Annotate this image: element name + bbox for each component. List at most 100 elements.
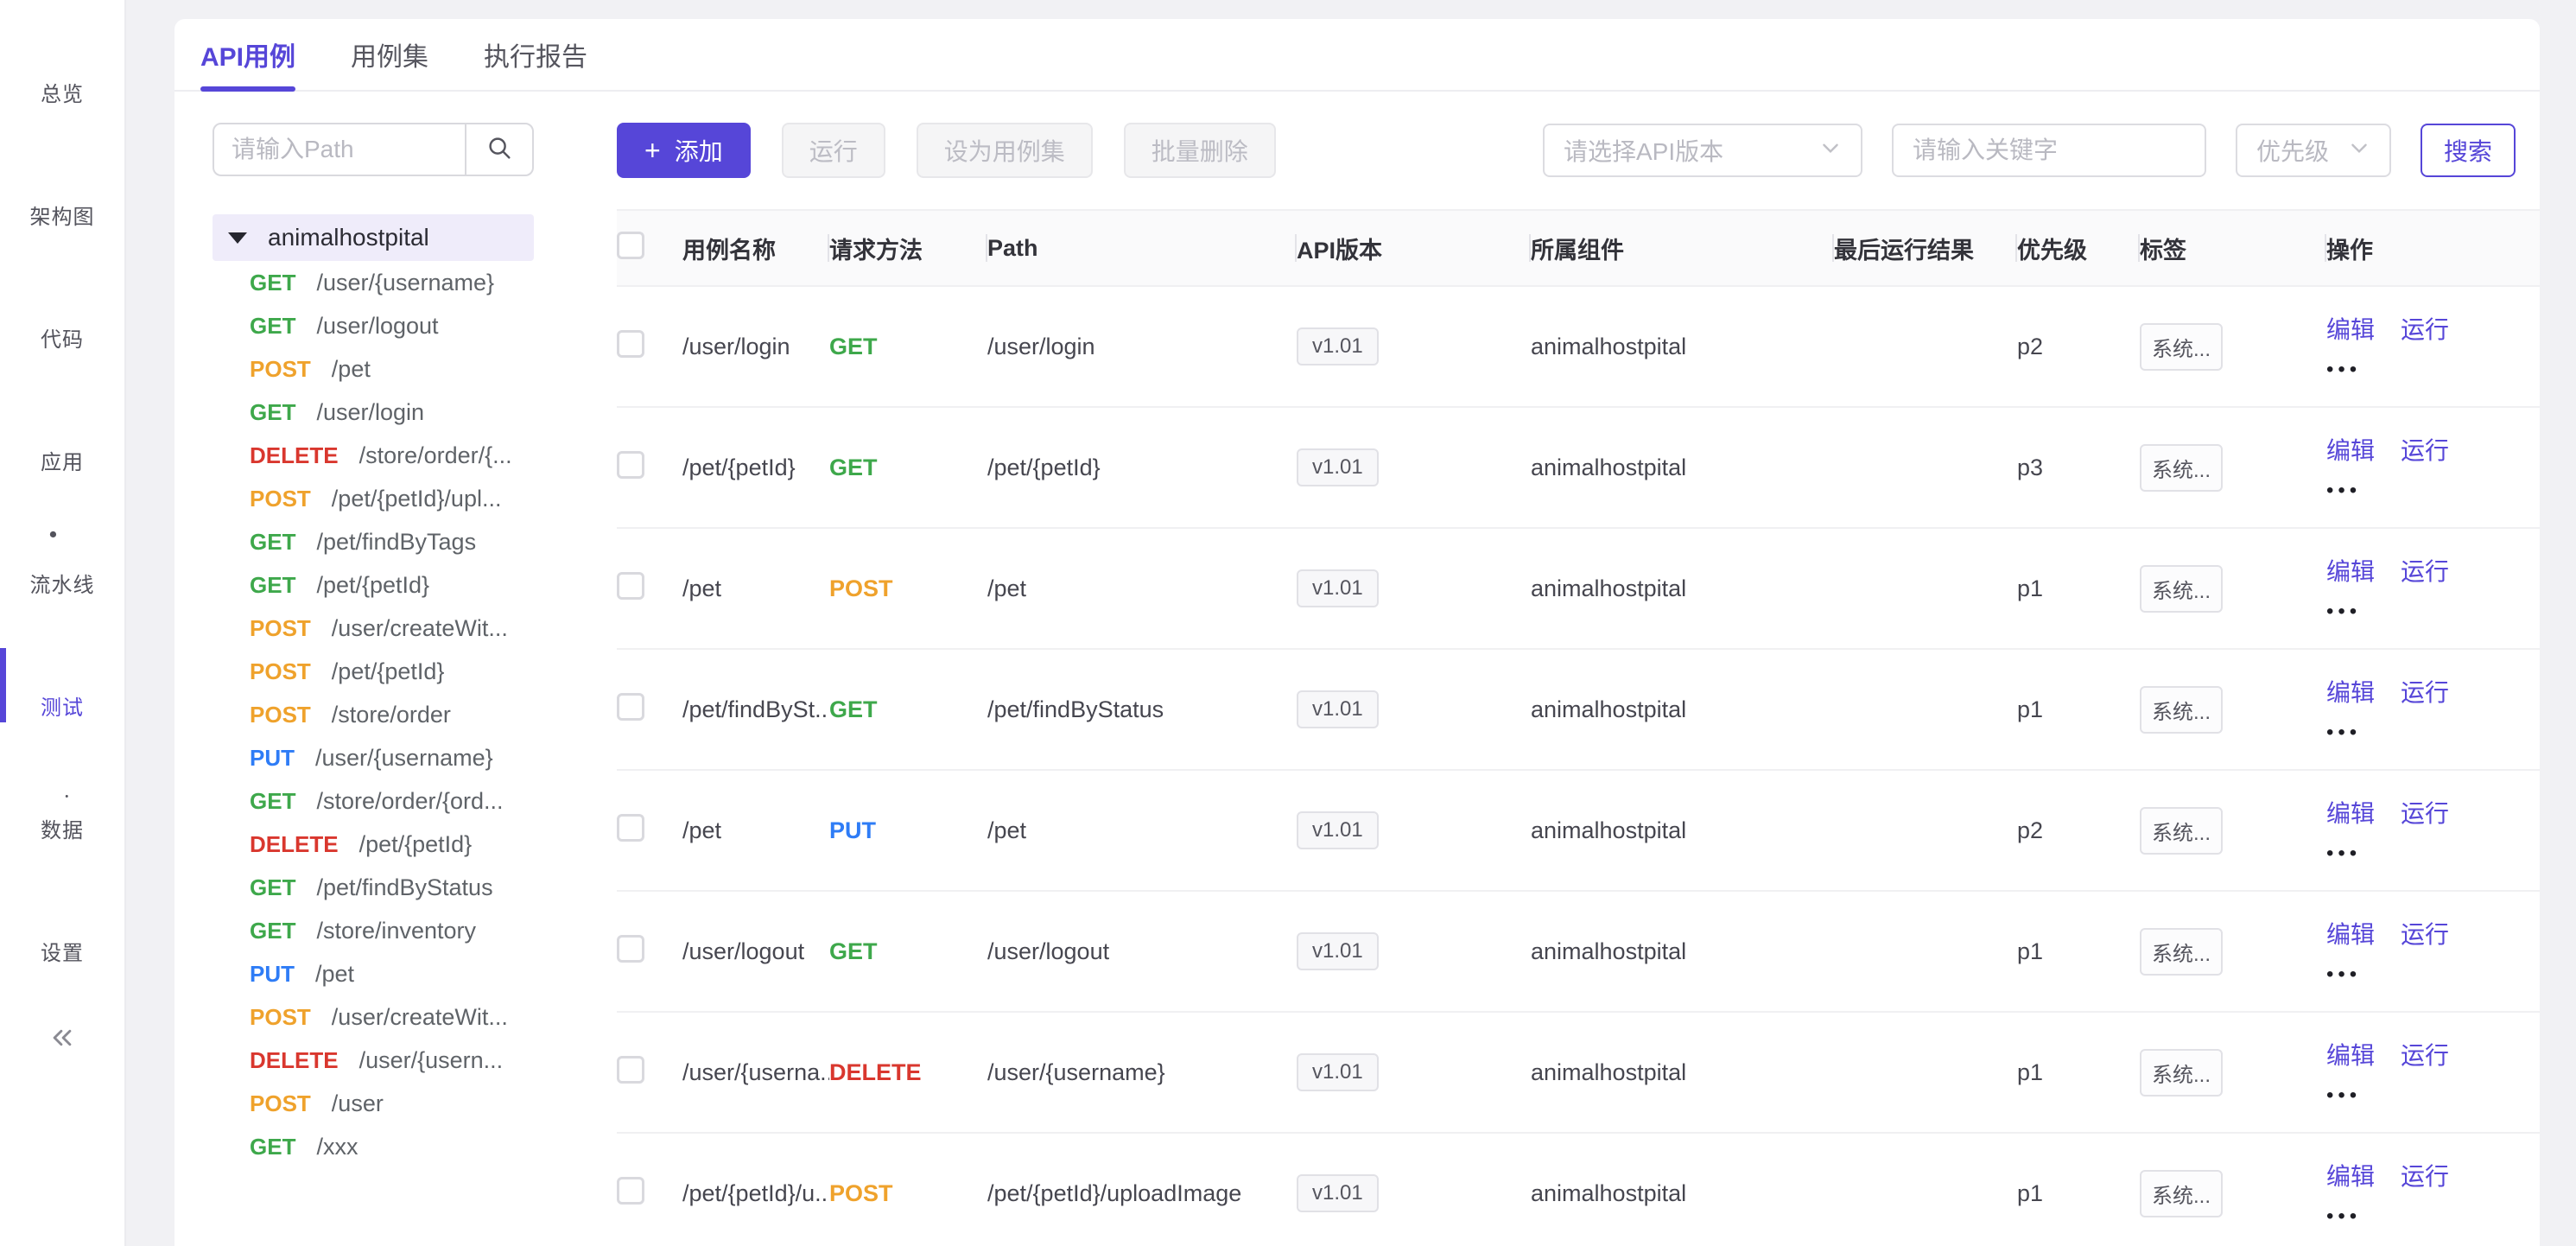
row-checkbox[interactable]: [617, 572, 644, 600]
more-actions-button[interactable]: •••: [2326, 842, 2540, 866]
tree-endpoint-item[interactable]: PUT /pet: [213, 952, 534, 995]
edit-link[interactable]: 编辑: [2326, 795, 2375, 830]
sidebar-item-test[interactable]: 测试: [0, 624, 124, 747]
run-link[interactable]: 运行: [2401, 432, 2449, 467]
row-checkbox[interactable]: [617, 1177, 644, 1205]
tree-endpoint-item[interactable]: POST /pet: [213, 347, 534, 391]
tree-endpoint-item[interactable]: PUT /user/{username}: [213, 736, 534, 779]
row-checkbox[interactable]: [617, 814, 644, 842]
tree-endpoint-item[interactable]: GET /xxx: [213, 1125, 534, 1168]
tag-chip: 系统...: [2140, 444, 2223, 492]
more-actions-button[interactable]: •••: [2326, 600, 2540, 624]
more-actions-button[interactable]: •••: [2326, 479, 2540, 503]
tab-reports[interactable]: 执行报告: [484, 19, 587, 90]
column-header: API版本: [1297, 210, 1531, 286]
plus-icon: +: [644, 137, 661, 164]
more-actions-button[interactable]: •••: [2326, 1205, 2540, 1229]
api-version-badge: v1.01: [1297, 1174, 1379, 1212]
tree-endpoint-item[interactable]: POST /pet/{petId}: [213, 650, 534, 693]
more-actions-button[interactable]: •••: [2326, 358, 2540, 382]
endpoint-method: GET: [250, 874, 295, 901]
tab-api-cases[interactable]: API用例: [200, 19, 295, 90]
tree-endpoint-item[interactable]: DELETE /pet/{petId}: [213, 823, 534, 866]
row-checkbox[interactable]: [617, 693, 644, 721]
run-link[interactable]: 运行: [2401, 674, 2449, 709]
set-as-suite-button[interactable]: 设为用例集: [917, 123, 1093, 178]
tree-endpoint-item[interactable]: GET /store/order/{ord...: [213, 779, 534, 823]
tree-endpoint-item[interactable]: POST /user/createWit...: [213, 607, 534, 650]
tree-endpoint-item[interactable]: DELETE /store/order/{...: [213, 434, 534, 477]
tree-endpoint-item[interactable]: GET /user/logout: [213, 304, 534, 347]
collapse-sidebar-button[interactable]: [0, 992, 124, 1087]
tree-endpoint-item[interactable]: GET /store/inventory: [213, 909, 534, 952]
row-checkbox[interactable]: [617, 451, 644, 479]
code-terminal-icon: [46, 282, 79, 315]
run-link[interactable]: 运行: [2401, 1037, 2449, 1071]
last-run-result: [1834, 770, 2017, 891]
column-header: 请求方法: [829, 210, 987, 286]
path-search-input[interactable]: [213, 123, 465, 176]
run-link[interactable]: 运行: [2401, 795, 2449, 830]
tree-endpoint-item[interactable]: POST /user: [213, 1082, 534, 1125]
tree-endpoint-item[interactable]: GET /pet/findByStatus: [213, 866, 534, 909]
sidebar-item-settings[interactable]: 设置: [0, 869, 124, 992]
edit-link[interactable]: 编辑: [2326, 311, 2375, 346]
select-all-checkbox[interactable]: [617, 232, 644, 259]
run-link[interactable]: 运行: [2401, 916, 2449, 950]
edit-link[interactable]: 编辑: [2326, 1158, 2375, 1192]
endpoint-method: PUT: [250, 745, 295, 772]
run-link[interactable]: 运行: [2401, 311, 2449, 346]
endpoint-method: POST: [250, 1004, 311, 1031]
tree-endpoint-item[interactable]: POST /pet/{petId}/upl...: [213, 477, 534, 520]
tree-endpoint-item[interactable]: GET /pet/{petId}: [213, 563, 534, 607]
case-name: /user/login: [682, 286, 829, 407]
tree-endpoint-item[interactable]: POST /user/createWit...: [213, 995, 534, 1039]
edit-link[interactable]: 编辑: [2326, 674, 2375, 709]
keyword-input[interactable]: [1913, 137, 2186, 164]
endpoint-path: /store/order/{...: [359, 442, 512, 469]
request-method: GET: [829, 455, 878, 480]
tree-endpoint-item[interactable]: GET /user/login: [213, 391, 534, 434]
add-button[interactable]: + 添加: [617, 123, 751, 178]
batch-delete-button[interactable]: 批量删除: [1124, 123, 1276, 178]
endpoint-path: /pet: [315, 961, 354, 988]
run-link[interactable]: 运行: [2401, 1158, 2449, 1192]
row-checkbox[interactable]: [617, 330, 644, 358]
case-name: /pet/findBySt...: [682, 649, 829, 770]
tree-endpoint-item[interactable]: GET /user/{username}: [213, 261, 534, 304]
sidebar-item-data[interactable]: 数据: [0, 747, 124, 869]
row-checkbox[interactable]: [617, 1056, 644, 1084]
row-checkbox[interactable]: [617, 935, 644, 963]
edit-link[interactable]: 编辑: [2326, 553, 2375, 588]
run-link[interactable]: 运行: [2401, 553, 2449, 588]
tag-chip: 系统...: [2140, 1049, 2223, 1097]
api-version-select[interactable]: 请选择API版本: [1543, 124, 1862, 177]
case-path: /pet/{petId}: [987, 407, 1297, 528]
edit-link[interactable]: 编辑: [2326, 1037, 2375, 1071]
endpoint-method: DELETE: [250, 831, 339, 858]
tree-root-animalhostpital[interactable]: animalhostpital: [213, 214, 534, 261]
sidebar-item-pipeline[interactable]: 流水线: [0, 501, 124, 624]
more-actions-button[interactable]: •••: [2326, 1084, 2540, 1108]
edit-link[interactable]: 编辑: [2326, 916, 2375, 950]
sidebar-item-overview[interactable]: 总览: [0, 10, 124, 133]
search-button[interactable]: 搜索: [2421, 124, 2516, 177]
priority-select[interactable]: 优先级: [2236, 124, 2391, 177]
sidebar-item-code[interactable]: 代码: [0, 256, 124, 378]
run-button[interactable]: 运行: [782, 123, 885, 178]
tab-case-sets[interactable]: 用例集: [351, 19, 428, 90]
tree-endpoint-item[interactable]: POST /store/order: [213, 693, 534, 736]
api-version-badge: v1.01: [1297, 569, 1379, 607]
component-name: animalhostpital: [1531, 891, 1834, 1012]
sidebar-item-apps[interactable]: 应用: [0, 378, 124, 501]
more-actions-button[interactable]: •••: [2326, 963, 2540, 987]
endpoint-method: GET: [250, 788, 295, 815]
tree-endpoint-item[interactable]: DELETE /user/{usern...: [213, 1039, 534, 1082]
path-search-button[interactable]: [465, 123, 534, 176]
tree-endpoint-item[interactable]: GET /pet/findByTags: [213, 520, 534, 563]
endpoint-method: GET: [250, 1134, 295, 1160]
more-actions-button[interactable]: •••: [2326, 721, 2540, 745]
edit-link[interactable]: 编辑: [2326, 432, 2375, 467]
sidebar-item-architecture[interactable]: 架构图: [0, 133, 124, 256]
case-path: /pet: [987, 528, 1297, 649]
